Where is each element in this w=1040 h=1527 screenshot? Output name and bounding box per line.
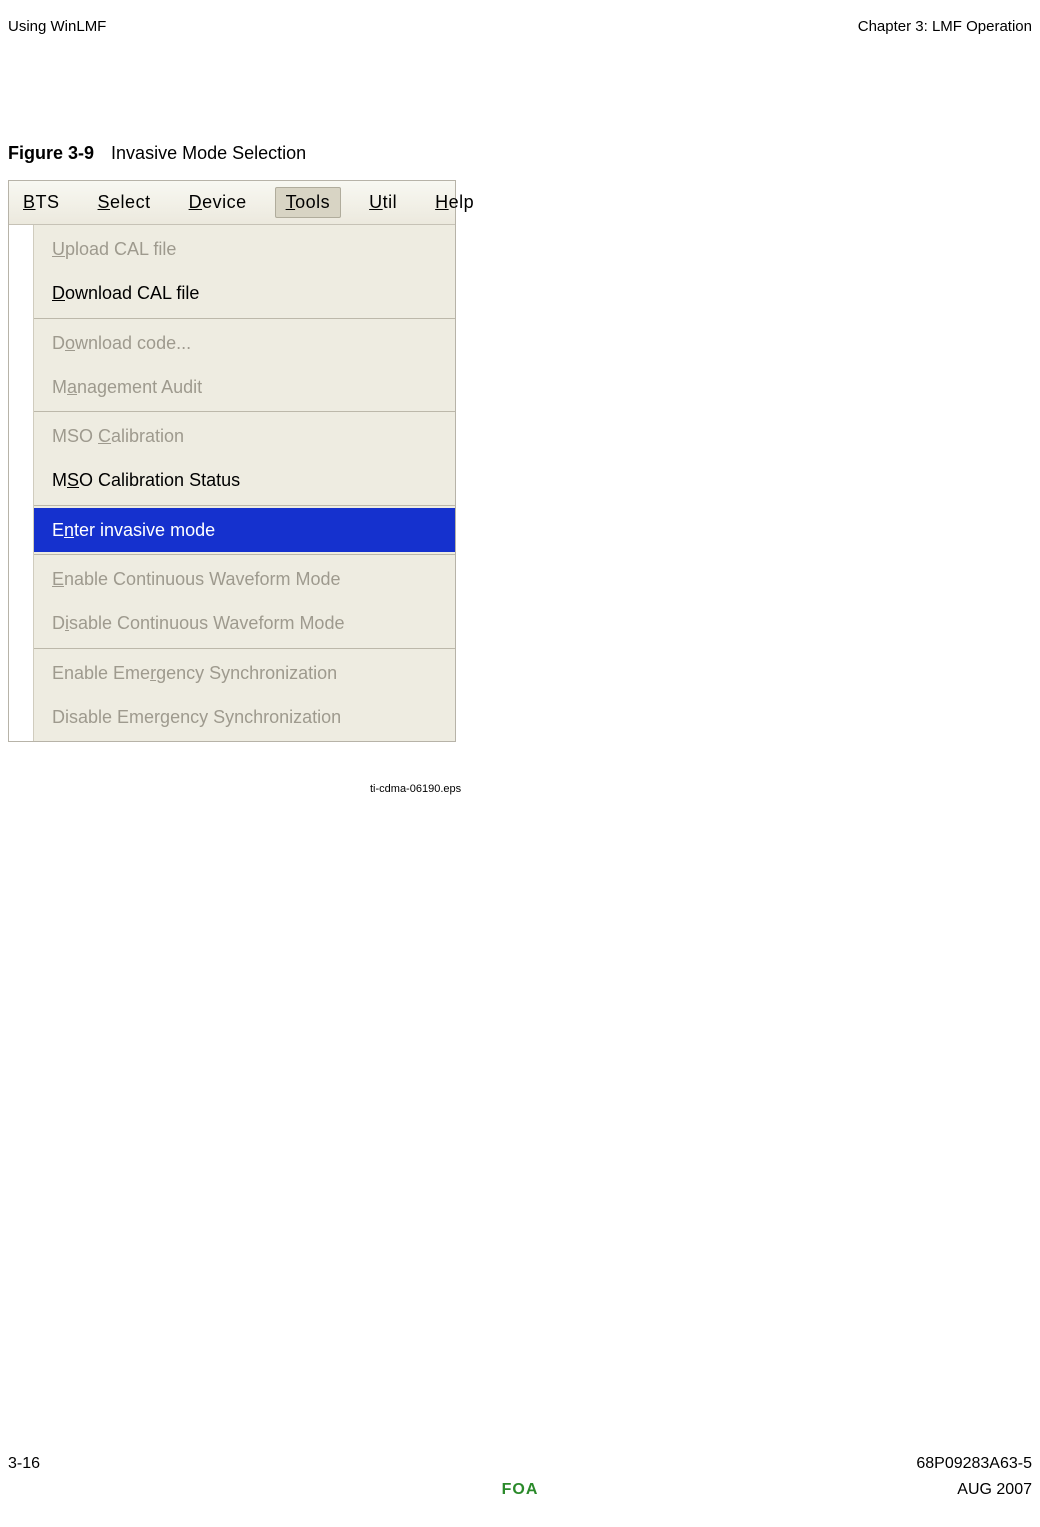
- footer-date: AUG 2007: [957, 1481, 1032, 1499]
- figure-caption: Figure 3-9 Invasive Mode Selection: [8, 143, 306, 164]
- menu-select[interactable]: Select: [88, 188, 161, 217]
- footer-foa: FOA: [502, 1481, 539, 1499]
- menu-item-management-audit[interactable]: Management Audit: [34, 365, 455, 409]
- menu-group: MSO Calibration MSO Calibration Status: [34, 412, 455, 506]
- menu-item-download-cal[interactable]: Download CAL file: [34, 271, 455, 315]
- menu-item-disable-emergency-sync[interactable]: Disable Emergency Synchronization: [34, 695, 455, 739]
- menu-group: Enable Emergency Synchronization Disable…: [34, 649, 455, 742]
- menu-item-enable-emergency-sync[interactable]: Enable Emergency Synchronization: [34, 651, 455, 695]
- menu-util[interactable]: Util: [359, 188, 407, 217]
- image-filename: ti-cdma-06190.eps: [370, 783, 461, 795]
- menu-item-enable-continuous-waveform[interactable]: Enable Continuous Waveform Mode: [34, 557, 455, 601]
- menu-tools[interactable]: Tools: [275, 187, 342, 218]
- header-right: Chapter 3: LMF Operation: [858, 18, 1032, 35]
- menu-item-mso-calibration[interactable]: MSO Calibration: [34, 414, 455, 458]
- header-left: Using WinLMF: [8, 18, 106, 35]
- footer-page-number: 3-16: [8, 1455, 40, 1473]
- menu-help[interactable]: Help: [425, 188, 484, 217]
- figure-number: Figure 3-9: [8, 143, 94, 163]
- menu-item-mso-calibration-status[interactable]: MSO Calibration Status: [34, 458, 455, 502]
- menubar: BTS Select Device Tools Util Help: [9, 181, 455, 225]
- menu-item-upload-cal[interactable]: Upload CAL file: [34, 227, 455, 271]
- menu-group: Upload CAL file Download CAL file: [34, 225, 455, 319]
- menu-bts[interactable]: BTS: [13, 188, 70, 217]
- footer-doc-id: 68P09283A63-5: [916, 1455, 1032, 1473]
- menu-item-enter-invasive-mode[interactable]: Enter invasive mode: [34, 508, 455, 552]
- menu-group: Enter invasive mode: [34, 506, 455, 555]
- menu-device[interactable]: Device: [179, 188, 257, 217]
- menu-group: Enable Continuous Waveform Mode Disable …: [34, 555, 455, 649]
- application-menu: BTS Select Device Tools Util Help Upload…: [8, 180, 456, 742]
- tools-dropdown: Upload CAL file Download CAL file Downlo…: [33, 225, 455, 741]
- menu-item-download-code[interactable]: Download code...: [34, 321, 455, 365]
- menu-group: Download code... Management Audit: [34, 319, 455, 413]
- menu-item-disable-continuous-waveform[interactable]: Disable Continuous Waveform Mode: [34, 601, 455, 645]
- figure-title: Invasive Mode Selection: [111, 143, 306, 163]
